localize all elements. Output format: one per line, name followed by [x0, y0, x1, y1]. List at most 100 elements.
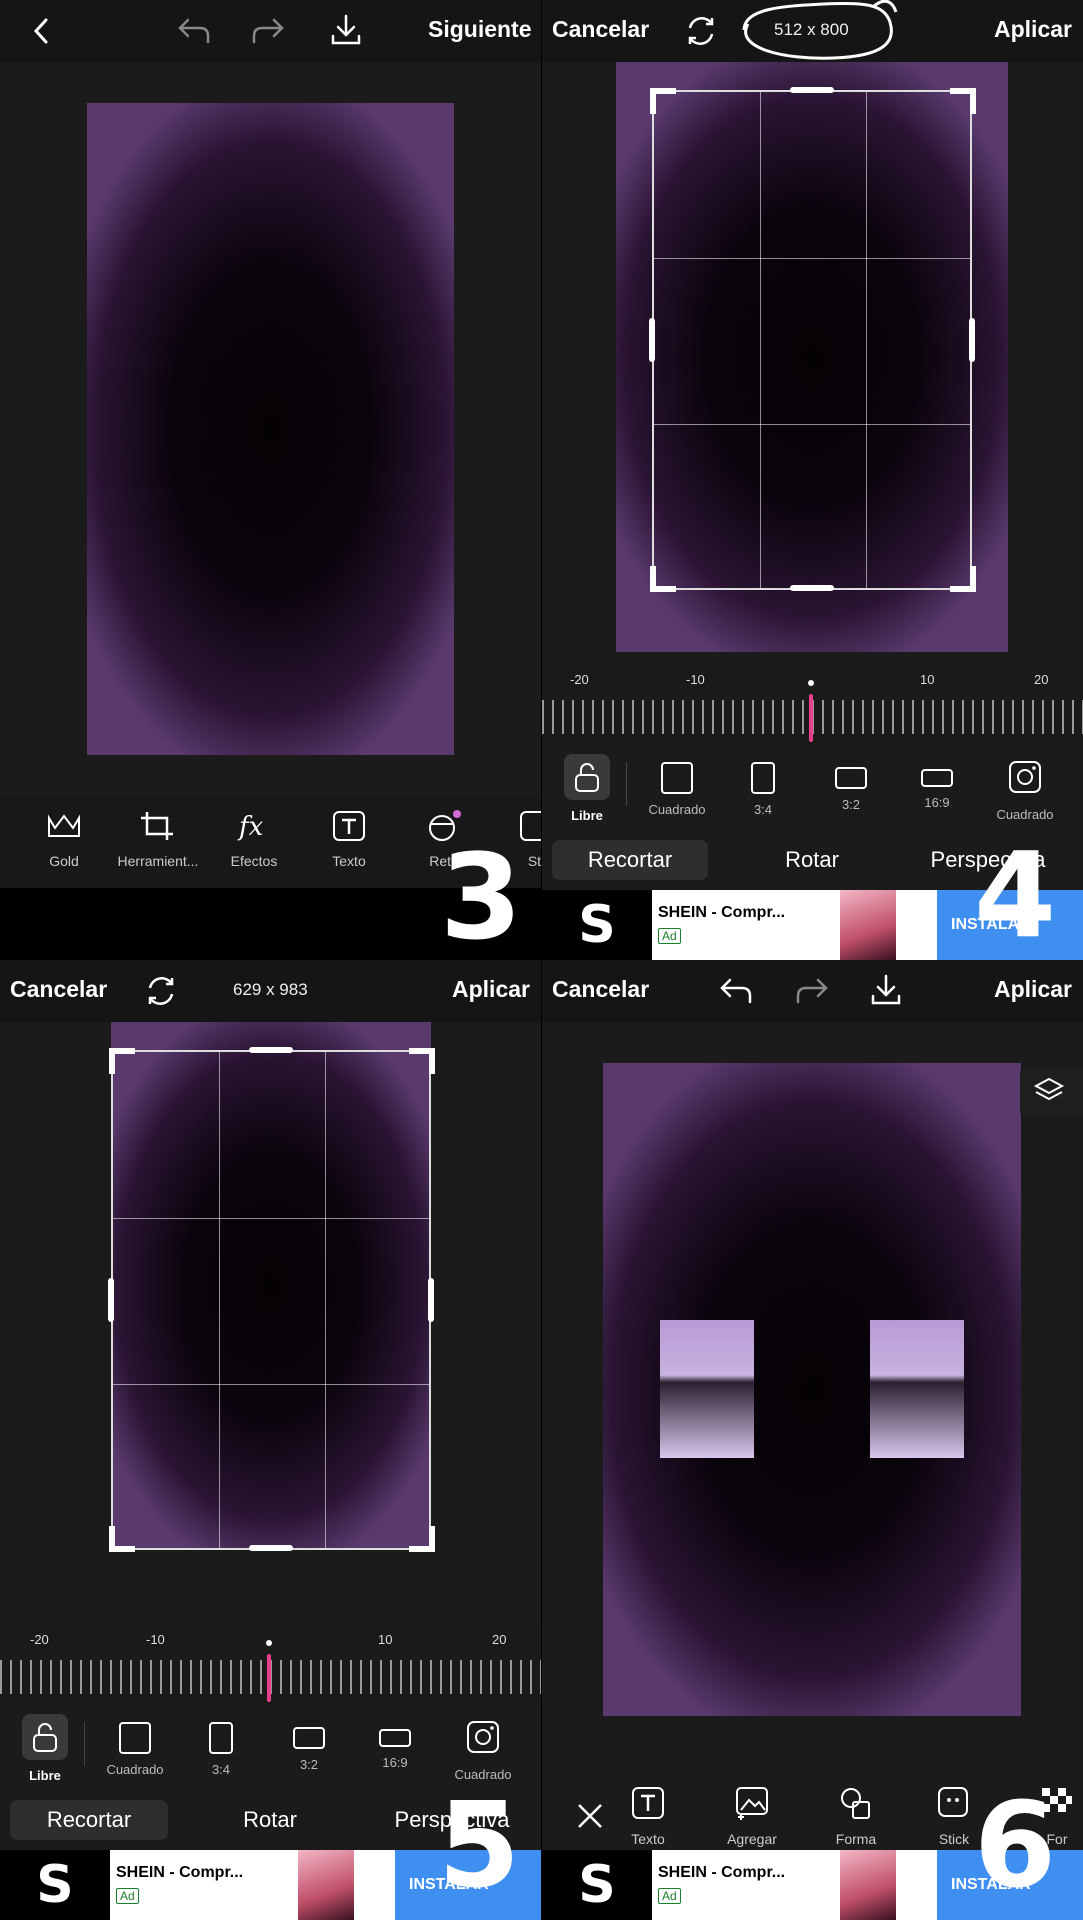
grid-line	[113, 1384, 429, 1385]
ruler-center-dot	[808, 680, 814, 686]
crop-handle-right[interactable]	[969, 318, 975, 362]
ruler-needle[interactable]	[809, 694, 813, 742]
grid-line	[654, 258, 970, 259]
tool-text[interactable]: Texto	[303, 810, 395, 869]
crop-handle-top-right[interactable]	[950, 88, 976, 114]
crop-handle-top-left[interactable]	[109, 1048, 135, 1074]
download-icon[interactable]	[328, 12, 364, 48]
crop-handle-bottom-left[interactable]	[109, 1526, 135, 1552]
tab-crop[interactable]: Recortar	[552, 840, 708, 880]
back-icon[interactable]	[30, 16, 54, 46]
apply-button[interactable]: Aplicar	[994, 16, 1072, 43]
tool-add[interactable]: Agregar	[706, 1786, 798, 1847]
tab-rotate[interactable]: Rotar	[190, 1800, 350, 1840]
ratio-instagram-square[interactable]: Cuadrado	[980, 754, 1070, 822]
redo-icon[interactable]	[250, 14, 286, 46]
next-button[interactable]: Siguiente	[428, 16, 532, 43]
image-canvas[interactable]	[87, 103, 454, 755]
tool-gold[interactable]: Gold	[18, 810, 110, 869]
tab-crop[interactable]: Recortar	[10, 1800, 168, 1840]
crop-handle-bottom-right[interactable]	[409, 1526, 435, 1552]
ruler-needle[interactable]	[267, 1654, 271, 1702]
editor-panel-3: Siguiente Gold Herramient... fx Efectos …	[0, 0, 541, 960]
instagram-icon	[467, 1721, 499, 1753]
ruler-label: -20	[570, 672, 589, 687]
ruler-label: 10	[378, 1632, 393, 1647]
ratio-3-2[interactable]: 3:2	[806, 754, 896, 812]
ratio-16-9[interactable]: 16:9	[892, 754, 982, 810]
ratio-free[interactable]: Libre	[0, 1714, 90, 1783]
crop-handle-bottom[interactable]	[790, 585, 834, 591]
panel-divider	[541, 0, 542, 1920]
rotate-refresh-icon[interactable]	[144, 974, 178, 1008]
crop-handle-left[interactable]	[649, 318, 655, 362]
tool-effects[interactable]: fx Efectos	[208, 810, 300, 869]
ruler-label: -20	[30, 1632, 49, 1647]
aspect-ratio-row: Libre Cuadrado 3:4 3:2 16:9 Cuadrado	[542, 748, 1083, 838]
step-number: 5	[438, 1776, 521, 1914]
layers-button[interactable]	[1020, 1066, 1083, 1118]
ruler-label: 20	[492, 1632, 507, 1647]
rotate-refresh-icon[interactable]	[684, 14, 718, 48]
ad-thumbnail	[840, 1850, 896, 1920]
ratio-instagram-square[interactable]: Cuadrado	[438, 1714, 528, 1782]
apply-button[interactable]: Aplicar	[452, 976, 530, 1003]
cancel-button[interactable]: Cancelar	[552, 976, 649, 1003]
crop-handle-top[interactable]	[249, 1047, 293, 1053]
sticker-icon	[938, 1787, 968, 1817]
grid-line	[325, 1052, 326, 1548]
crown-icon	[48, 814, 80, 837]
add-image-icon	[736, 1787, 768, 1820]
crop-handle-bottom[interactable]	[249, 1545, 293, 1551]
fx-icon: fx	[237, 812, 264, 842]
shein-logo: S	[0, 1850, 110, 1920]
crop-handle-bottom-right[interactable]	[950, 566, 976, 592]
tab-rotate[interactable]: Rotar	[732, 840, 892, 880]
apply-button[interactable]: Aplicar	[994, 976, 1072, 1003]
undo-icon[interactable]	[718, 974, 754, 1006]
sticker-photo-right[interactable]	[870, 1320, 964, 1458]
crop-handle-bottom-left[interactable]	[650, 566, 676, 592]
svg-text:fx: fx	[237, 812, 264, 842]
crop-frame[interactable]	[111, 1050, 431, 1550]
ad-title: SHEIN - Compr...	[116, 1864, 244, 1881]
top-bar: Cancelar Aplicar	[542, 960, 1083, 1022]
crop-frame[interactable]	[652, 90, 972, 590]
close-icon[interactable]	[576, 1802, 604, 1830]
crop-handle-left[interactable]	[108, 1278, 114, 1322]
crop-handle-top[interactable]	[790, 87, 834, 93]
ruler-label: -10	[686, 672, 705, 687]
cancel-button[interactable]: Cancelar	[10, 976, 107, 1003]
redo-icon[interactable]	[794, 974, 830, 1006]
ruler-label: 10	[920, 672, 935, 687]
step-number: 6	[974, 1776, 1057, 1914]
ruler-center-dot	[266, 1640, 272, 1646]
ratio-free[interactable]: Libre	[542, 754, 632, 823]
ratio-3-2[interactable]: 3:2	[264, 1714, 354, 1772]
step-number: 4	[974, 826, 1057, 960]
crop-icon	[141, 812, 173, 840]
tool-shape[interactable]: Forma	[810, 1786, 902, 1847]
tool-text[interactable]: Texto	[602, 1786, 694, 1847]
divider	[84, 1722, 85, 1766]
lock-open-icon	[33, 1723, 57, 1752]
undo-icon[interactable]	[176, 14, 212, 46]
tool-tools[interactable]: Herramient...	[112, 810, 204, 869]
ruler-label: -10	[146, 1632, 165, 1647]
grid-line	[654, 424, 970, 425]
sticker-photo-left[interactable]	[660, 1320, 754, 1458]
download-icon[interactable]	[868, 972, 904, 1008]
layers-icon	[1033, 1077, 1065, 1101]
grid-line	[760, 92, 761, 588]
ratio-16-9[interactable]: 16:9	[350, 1714, 440, 1770]
ratio-3-4[interactable]: 3:4	[718, 754, 808, 817]
ratio-square[interactable]: Cuadrado	[632, 754, 722, 817]
cancel-button[interactable]: Cancelar	[552, 16, 649, 43]
crop-handle-right[interactable]	[428, 1278, 434, 1322]
ratio-square[interactable]: Cuadrado	[90, 1714, 180, 1777]
hand-drawn-circle-annotation	[742, 0, 898, 60]
ratio-3-4[interactable]: 3:4	[176, 1714, 266, 1777]
ad-title: SHEIN - Compr...	[658, 1864, 786, 1881]
crop-handle-top-right[interactable]	[409, 1048, 435, 1074]
crop-handle-top-left[interactable]	[650, 88, 676, 114]
